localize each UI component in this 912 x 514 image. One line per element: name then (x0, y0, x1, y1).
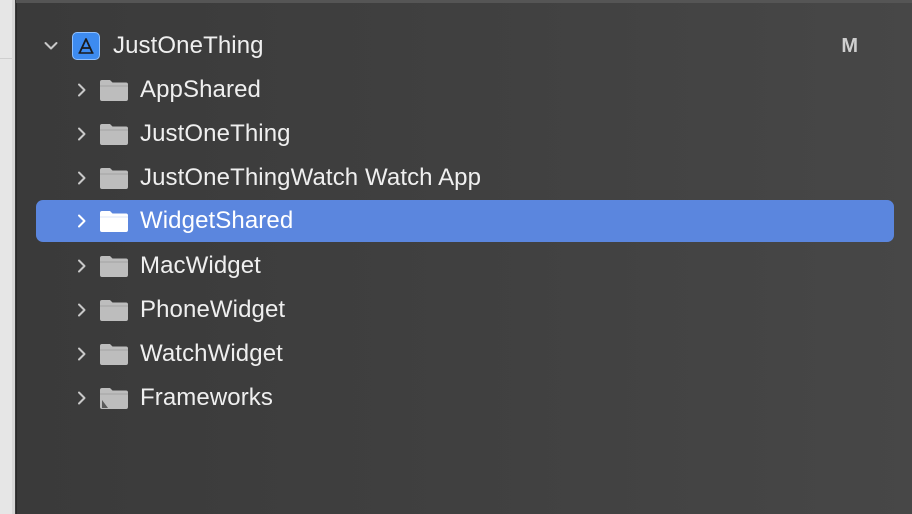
folder-label: WatchWidget (140, 340, 283, 367)
chevron-right-icon[interactable] (75, 259, 89, 273)
chevron-right-icon[interactable] (75, 214, 89, 228)
folder-row-frameworks[interactable]: Frameworks (36, 377, 894, 419)
folder-icon (99, 122, 129, 146)
folder-row-macwidget[interactable]: MacWidget (36, 245, 894, 287)
folder-icon (99, 298, 129, 322)
folder-icon (99, 342, 129, 366)
edge-accent (12, 0, 15, 514)
folder-row-widgetshared[interactable]: WidgetShared (36, 200, 894, 242)
navigator-top-border (16, 0, 912, 3)
folder-row-appshared[interactable]: AppShared (36, 69, 894, 111)
chevron-right-icon[interactable] (75, 83, 89, 97)
chevron-down-icon[interactable] (44, 39, 58, 53)
chevron-right-icon[interactable] (75, 347, 89, 361)
folder-label: JustOneThing (140, 120, 291, 147)
folder-row-watchwidget[interactable]: WatchWidget (36, 333, 894, 375)
folder-icon (99, 209, 129, 233)
chevron-right-icon[interactable] (75, 303, 89, 317)
project-name: JustOneThing (113, 32, 264, 59)
folder-icon (99, 254, 129, 278)
left-window-edge (0, 0, 15, 514)
folder-label: WidgetShared (140, 207, 294, 234)
chevron-right-icon[interactable] (75, 391, 89, 405)
folder-icon (99, 166, 129, 190)
xcode-project-icon (72, 32, 100, 60)
folder-row-phonewidget[interactable]: PhoneWidget (36, 289, 894, 331)
chevron-right-icon[interactable] (75, 171, 89, 185)
folder-label: MacWidget (140, 252, 261, 279)
modified-status-badge: M (841, 34, 858, 57)
folder-label: Frameworks (140, 384, 274, 411)
folder-label: JustOneThingWatch Watch App (140, 164, 482, 191)
folder-row-justonething[interactable]: JustOneThing (36, 113, 894, 155)
framework-folder-icon (99, 386, 129, 410)
folder-icon (99, 78, 129, 102)
chevron-right-icon[interactable] (75, 127, 89, 141)
folder-row-watch-app[interactable]: JustOneThingWatch Watch App (36, 157, 894, 199)
folder-label: PhoneWidget (140, 296, 286, 323)
folder-label: AppShared (140, 76, 261, 103)
project-root-row[interactable]: JustOneThing M (36, 25, 894, 67)
